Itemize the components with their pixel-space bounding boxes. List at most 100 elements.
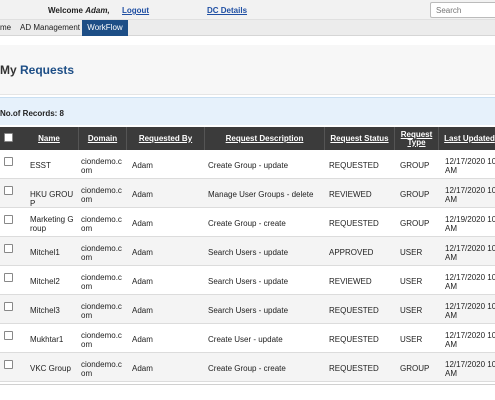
records-bar [0,97,495,125]
tab-home[interactable]: me [0,20,15,36]
tab-workflow[interactable]: WorkFlow [82,20,128,36]
table-row[interactable]: Mitchel3 ciondemo.com Adam Search Users - u… [0,295,495,324]
last-updated-date: 12/17/2020 10:4 [445,244,495,253]
cell-requested-by: Adam [132,306,153,315]
cell-request-type: USER [400,248,423,257]
table-row[interactable]: Mitchel2 ciondemo.com Adam Search Users - u… [0,266,495,295]
last-updated-ampm: AM [445,195,457,204]
cell-last-updated: 12/17/2020 10:4AM [445,244,495,262]
row-checkbox[interactable] [4,331,13,340]
cell-request-description: Search Users - update [208,277,289,286]
row-checkbox[interactable] [4,244,13,253]
table-row[interactable]: Marketing Group ciondemo.com Adam Create Gr… [0,208,495,237]
select-all-checkbox[interactable] [4,133,13,142]
col-request-description-header[interactable]: Request Description [204,127,324,150]
last-updated-ampm: AM [445,311,457,320]
cell-domain: ciondemo.com [81,186,122,204]
page-title-prefix: My [0,63,17,77]
tab-ad-management[interactable]: AD Management [16,20,84,36]
table-row[interactable]: Mitchel1 ciondemo.com Adam Search Users - u… [0,237,495,266]
last-updated-date: 12/17/2020 10:4 [445,157,495,166]
cell-request-status: REQUESTED [329,219,379,228]
cell-requested-by: Adam [132,161,153,170]
table-row[interactable]: ESST ciondemo.com Adam Create Group - updat… [0,150,495,179]
cell-last-updated: 12/17/2020 10:4AM [445,186,495,204]
cell-domain: ciondemo.com [81,360,122,378]
col-last-updated-header[interactable]: Last Updated [438,127,495,150]
table-header: Name Domain Requested By Request Descrip… [0,127,495,150]
row-checkbox[interactable] [4,186,13,195]
top-bar: Welcome Adam, Logout DC Details [0,0,495,20]
dc-details-link[interactable]: DC Details [207,6,247,15]
cell-requested-by: Adam [132,364,153,373]
col-domain-header[interactable]: Domain [78,127,126,150]
row-checkbox[interactable] [4,157,13,166]
row-checkbox[interactable] [4,360,13,369]
cell-last-updated: 12/17/2020 10:4AM [445,360,495,378]
col-name-header[interactable]: Name [20,127,78,150]
col-request-type-header[interactable]: Request Type [394,127,438,150]
last-updated-ampm: AM [445,340,457,349]
cell-request-description: Search Users - update [208,306,289,315]
cell-name: Mukhtar1 [30,335,64,344]
welcome-prefix: Welcome [48,6,83,15]
cell-request-description: Manage User Groups - delete [208,190,314,199]
row-checkbox[interactable] [4,215,13,224]
cell-last-updated: 12/17/2020 10:4AM [445,331,495,349]
cell-request-status: REQUESTED [329,364,379,373]
records-count: No.of Records: 8 [0,109,65,118]
cell-request-description: Create Group - create [208,364,286,373]
cell-name: Marketing Group [30,215,74,233]
table-bottom-border [0,384,495,385]
cell-request-description: Create Group - update [208,161,289,170]
page-title-main: Requests [20,63,75,77]
last-updated-date: 12/17/2020 10:4 [445,186,495,195]
cell-name: Mitchel3 [30,306,60,315]
cell-request-status: REQUESTED [329,335,379,344]
last-updated-ampm: AM [445,166,457,175]
last-updated-date: 12/17/2020 10:4 [445,360,495,369]
cell-request-description: Create User - update [208,335,283,344]
cell-name: ESST [30,161,51,170]
last-updated-date: 12/17/2020 10:4 [445,273,495,282]
table-row[interactable]: Mukhtar1 ciondemo.com Adam Create User - up… [0,324,495,353]
cell-request-type: USER [400,306,423,315]
row-checkbox[interactable] [4,302,13,311]
cell-request-status: REVIEWED [329,277,372,286]
last-updated-ampm: AM [445,253,457,262]
cell-name: Mitchel2 [30,277,60,286]
cell-requested-by: Adam [132,219,153,228]
last-updated-ampm: AM [445,369,457,378]
table-row[interactable]: VKC Group ciondemo.com Adam Create Group - … [0,353,495,382]
table-row[interactable]: HKU GROUP ciondemo.com Adam Manage User Gro… [0,179,495,208]
cell-request-status: REQUESTED [329,161,379,170]
col-requested-by-header[interactable]: Requested By [126,127,204,150]
cell-name: Mitchel1 [30,248,60,257]
cell-domain: ciondemo.com [81,302,122,320]
cell-last-updated: 12/17/2020 10:4AM [445,273,495,291]
cell-request-type: USER [400,335,423,344]
cell-request-type: GROUP [400,219,430,228]
cell-requested-by: Adam [132,248,153,257]
cell-domain: ciondemo.com [81,331,122,349]
cell-request-type: GROUP [400,364,430,373]
cell-last-updated: 12/17/2020 10:4AM [445,157,495,175]
cell-request-status: REVIEWED [329,190,372,199]
nav-bar: me AD Management WorkFlow [0,20,495,36]
cell-domain: ciondemo.com [81,244,122,262]
cell-name: VKC Group [30,364,71,373]
cell-request-description: Create Group - create [208,219,286,228]
col-request-status-header[interactable]: Request Status [324,127,394,150]
cell-request-type: USER [400,277,423,286]
cell-requested-by: Adam [132,277,153,286]
cell-requested-by: Adam [132,335,153,344]
last-updated-date: 12/19/2020 10:4 [445,215,495,224]
row-checkbox[interactable] [4,273,13,282]
cell-request-status: APPROVED [329,248,374,257]
search-input[interactable] [430,2,495,18]
last-updated-date: 12/17/2020 10:4 [445,302,495,311]
logout-link[interactable]: Logout [122,6,149,15]
cell-last-updated: 12/19/2020 10:4AM [445,215,495,233]
cell-domain: ciondemo.com [81,273,122,291]
last-updated-date: 12/17/2020 10:4 [445,331,495,340]
